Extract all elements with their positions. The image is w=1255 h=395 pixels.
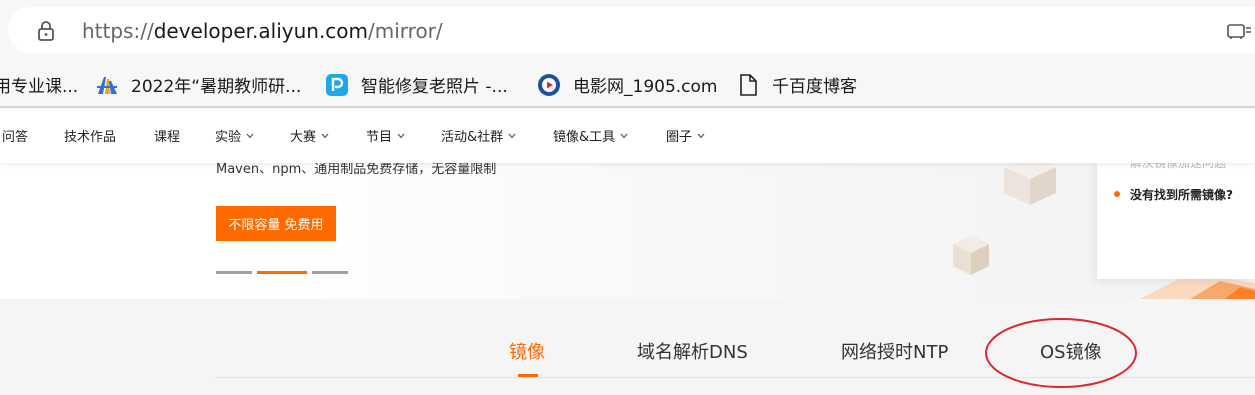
nav-item-label: 技术作品 <box>64 130 117 145</box>
nav-item-tech-works[interactable]: 技术作品 <box>64 108 116 163</box>
chevron-down-icon <box>321 133 329 138</box>
bookmark-item[interactable]: 用专业课... <box>0 62 78 107</box>
bookmark-label: 千百度博客 <box>772 77 857 97</box>
decorative-cube-graphic <box>1004 163 1056 205</box>
tab-dns[interactable]: 域名解析DNS <box>637 341 748 365</box>
reader-view-icon[interactable] <box>1227 22 1251 40</box>
p-app-icon <box>326 73 348 96</box>
decorative-cube-graphic <box>953 235 989 275</box>
chevron-down-icon <box>620 133 628 138</box>
carousel-dot[interactable] <box>312 271 348 274</box>
bookmarks-bar: 用专业课... 2022年“暑期教师研... 智能修复老照片 -... 电影网_… <box>0 62 1255 107</box>
nav-item-label: 圈子 <box>666 130 693 145</box>
nav-item-circles[interactable]: 圈子 <box>666 108 705 163</box>
document-icon <box>740 73 757 96</box>
tab-os-mirror[interactable]: OS镜像 <box>1040 341 1102 365</box>
url-text[interactable]: https://developer.aliyun.com/mirror/ <box>82 18 443 44</box>
nav-item-labs[interactable]: 实验 <box>215 108 254 163</box>
nav-item-label: 节目 <box>366 130 393 145</box>
chevron-down-icon <box>397 133 405 138</box>
bookmark-item[interactable]: 千百度博客 <box>736 62 857 107</box>
nav-item-label: 课程 <box>154 130 181 145</box>
play-circle-icon <box>538 73 560 96</box>
chevron-down-icon <box>697 133 705 138</box>
site-top-nav: 问答 技术作品 课程 实验 大赛 节目 活动&社群 镜像&工具 圈子 <box>0 108 1255 163</box>
nav-item-label: 实验 <box>215 130 242 145</box>
bookmark-label: 智能修复老照片 -... <box>361 77 508 97</box>
mirror-category-tabs: 镜像 域名解析DNS 网络授时NTP OS镜像 <box>0 299 1255 395</box>
mirror-help-card: 解决镜像加速问题 没有找到所需镜像? <box>1097 163 1255 279</box>
nav-item-events-community[interactable]: 活动&社群 <box>441 108 516 163</box>
bookmark-item[interactable]: 2022年“暑期教师研... <box>95 62 301 107</box>
url-path: /mirror/ <box>368 19 443 43</box>
nav-item-courses[interactable]: 课程 <box>154 108 180 163</box>
carousel-dot[interactable] <box>216 271 252 274</box>
nav-item-label: 问答 <box>2 130 29 145</box>
bookmark-label: 2022年“暑期教师研... <box>131 77 302 97</box>
banner-subtitle: Maven、npm、通用制品免费存储，无容量限制 <box>216 163 497 177</box>
tab-ntp[interactable]: 网络授时NTP <box>841 341 948 365</box>
tabs-divider <box>215 377 1255 378</box>
bookmark-label: 电影网_1905.com <box>573 77 718 97</box>
chevron-down-icon <box>508 133 516 138</box>
hero-banner: Maven、npm、通用制品免费存储，无容量限制 不限容量 免费用 解决镜像加速… <box>0 163 1255 299</box>
nav-item-label: 镜像&工具 <box>553 130 616 145</box>
nav-item-programs[interactable]: 节目 <box>366 108 405 163</box>
browser-toolbar: https://developer.aliyun.com/mirror/ <box>0 0 1255 62</box>
nav-item-contests[interactable]: 大赛 <box>290 108 329 163</box>
side-card-faded-text: 解决镜像加速问题 <box>1130 163 1227 170</box>
bookmark-item[interactable]: 电影网_1905.com <box>537 62 717 107</box>
bullet-dot-icon <box>1114 191 1120 197</box>
carousel-dot-active[interactable] <box>257 271 307 274</box>
nav-item-mirrors-tools[interactable]: 镜像&工具 <box>553 108 628 163</box>
building-logo-icon <box>97 76 117 94</box>
nav-item-label: 大赛 <box>290 130 317 145</box>
url-host: developer.aliyun.com <box>153 19 369 43</box>
missing-mirror-link[interactable]: 没有找到所需镜像? <box>1130 186 1233 203</box>
lock-icon[interactable] <box>37 20 55 42</box>
bookmark-label: 用专业课... <box>0 77 79 97</box>
bookmark-item[interactable]: 智能修复老照片 -... <box>325 62 508 107</box>
free-use-button[interactable]: 不限容量 免费用 <box>216 206 336 241</box>
nav-item-qa[interactable]: 问答 <box>2 108 28 163</box>
chevron-down-icon <box>246 133 254 138</box>
url-scheme: https:// <box>82 19 154 43</box>
tab-mirror[interactable]: 镜像 <box>509 341 545 365</box>
nav-item-label: 活动&社群 <box>441 130 504 145</box>
